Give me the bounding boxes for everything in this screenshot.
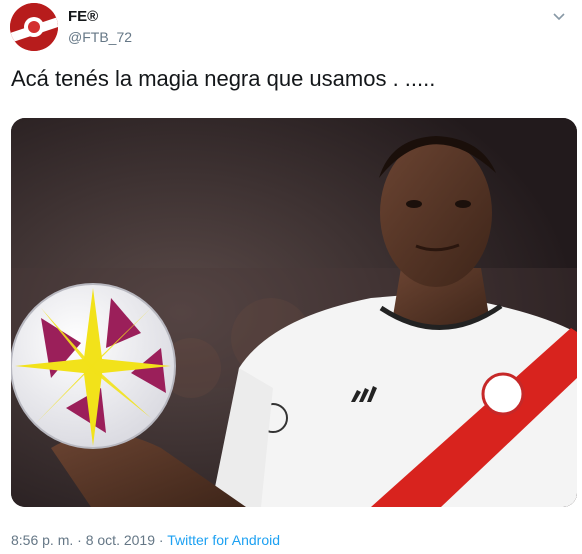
author-name[interactable]: FE® <box>68 8 132 26</box>
avatar[interactable] <box>10 3 58 51</box>
author-block[interactable]: FE® @FTB_72 <box>68 8 132 46</box>
meta-separator: · <box>77 532 86 548</box>
meta-separator-2: · <box>158 532 168 548</box>
tweet-date[interactable]: 8 oct. 2019 <box>86 532 155 548</box>
chevron-down-icon[interactable] <box>550 8 568 26</box>
tweet-card: FE® @FTB_72 Acá tenés la magia negra que… <box>0 0 582 554</box>
tweet-metadata: 8:56 p. m. · 8 oct. 2019 · Twitter for A… <box>11 531 280 549</box>
avatar-image <box>10 3 58 51</box>
tweet-source-link[interactable]: Twitter for Android <box>167 532 280 548</box>
photo-football-player-holding-ball <box>11 118 577 507</box>
tweet-text: Acá tenés la magia negra que usamos . ..… <box>11 66 436 91</box>
tweet-time[interactable]: 8:56 p. m. <box>11 532 73 548</box>
tweet-photo[interactable] <box>11 118 577 507</box>
author-handle[interactable]: @FTB_72 <box>68 28 132 46</box>
